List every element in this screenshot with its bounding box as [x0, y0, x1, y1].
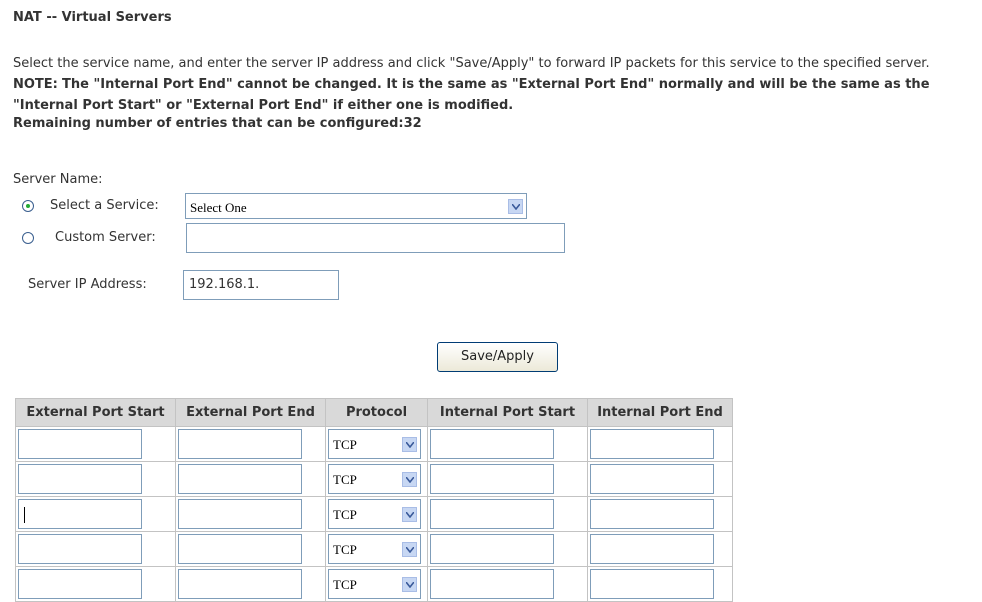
table-row: TCP	[15, 461, 733, 497]
chevron-down-icon[interactable]	[508, 199, 523, 214]
external-port-end-input[interactable]	[178, 429, 302, 459]
server-ip-label: Server IP Address:	[28, 277, 147, 292]
service-select-value: Select One	[190, 200, 247, 215]
protocol-select[interactable]: TCP	[328, 429, 421, 459]
internal-port-start-input[interactable]	[430, 429, 554, 459]
select-service-radio[interactable]	[22, 200, 34, 212]
internal-port-end-input[interactable]	[590, 429, 714, 459]
page-description: Select the service name, and enter the s…	[13, 53, 975, 116]
select-service-label: Select a Service:	[50, 198, 159, 213]
server-ip-input[interactable]: 192.168.1.	[183, 270, 339, 300]
column-header: Internal Port Start	[427, 398, 588, 427]
external-port-end-input[interactable]	[178, 569, 302, 599]
server-name-label: Server Name:	[13, 172, 103, 187]
chevron-down-icon[interactable]	[402, 542, 417, 557]
table-row: TCP	[15, 531, 733, 567]
external-port-start-input[interactable]	[18, 464, 142, 494]
external-port-end-input[interactable]	[178, 499, 302, 529]
remaining-entries: Remaining number of entries that can be …	[13, 116, 422, 131]
service-select[interactable]: Select One	[185, 193, 527, 219]
protocol-select-value: TCP	[333, 472, 357, 487]
internal-port-end-input[interactable]	[590, 569, 714, 599]
internal-port-start-input[interactable]	[430, 534, 554, 564]
custom-server-label: Custom Server:	[55, 230, 156, 245]
protocol-select-value: TCP	[333, 507, 357, 522]
internal-port-end-input[interactable]	[590, 499, 714, 529]
note-text: The "Internal Port End" cannot be change…	[13, 77, 930, 113]
port-table-header: External Port Start External Port End Pr…	[15, 398, 733, 427]
chevron-down-icon[interactable]	[402, 437, 417, 452]
table-row: TCP	[15, 426, 733, 462]
column-header: External Port Start	[15, 398, 176, 427]
external-port-start-input[interactable]	[18, 569, 142, 599]
internal-port-start-input[interactable]	[430, 569, 554, 599]
internal-port-end-input[interactable]	[590, 534, 714, 564]
protocol-select[interactable]: TCP	[328, 534, 421, 564]
column-header: Protocol	[325, 398, 428, 427]
external-port-end-input[interactable]	[178, 464, 302, 494]
protocol-select[interactable]: TCP	[328, 464, 421, 494]
text-cursor	[24, 507, 25, 523]
internal-port-end-input[interactable]	[590, 464, 714, 494]
note-label: NOTE:	[13, 77, 58, 92]
column-header: External Port End	[175, 398, 326, 427]
save-apply-button[interactable]: Save/Apply	[437, 342, 558, 372]
table-row: TCP	[15, 496, 733, 532]
internal-port-start-input[interactable]	[430, 499, 554, 529]
custom-server-radio[interactable]	[22, 232, 34, 244]
chevron-down-icon[interactable]	[402, 472, 417, 487]
column-header: Internal Port End	[587, 398, 733, 427]
page-title: NAT -- Virtual Servers	[13, 10, 172, 25]
protocol-select[interactable]: TCP	[328, 499, 421, 529]
protocol-select-value: TCP	[333, 437, 357, 452]
external-port-start-input[interactable]	[18, 534, 142, 564]
port-table: External Port Start External Port End Pr…	[15, 398, 733, 602]
external-port-start-input[interactable]	[18, 429, 142, 459]
protocol-select[interactable]: TCP	[328, 569, 421, 599]
internal-port-start-input[interactable]	[430, 464, 554, 494]
chevron-down-icon[interactable]	[402, 577, 417, 592]
external-port-start-input[interactable]	[18, 499, 142, 529]
table-row: TCP	[15, 566, 733, 602]
description-text: Select the service name, and enter the s…	[13, 56, 930, 71]
custom-server-input[interactable]	[186, 223, 565, 253]
chevron-down-icon[interactable]	[402, 507, 417, 522]
protocol-select-value: TCP	[333, 542, 357, 557]
protocol-select-value: TCP	[333, 577, 357, 592]
external-port-end-input[interactable]	[178, 534, 302, 564]
